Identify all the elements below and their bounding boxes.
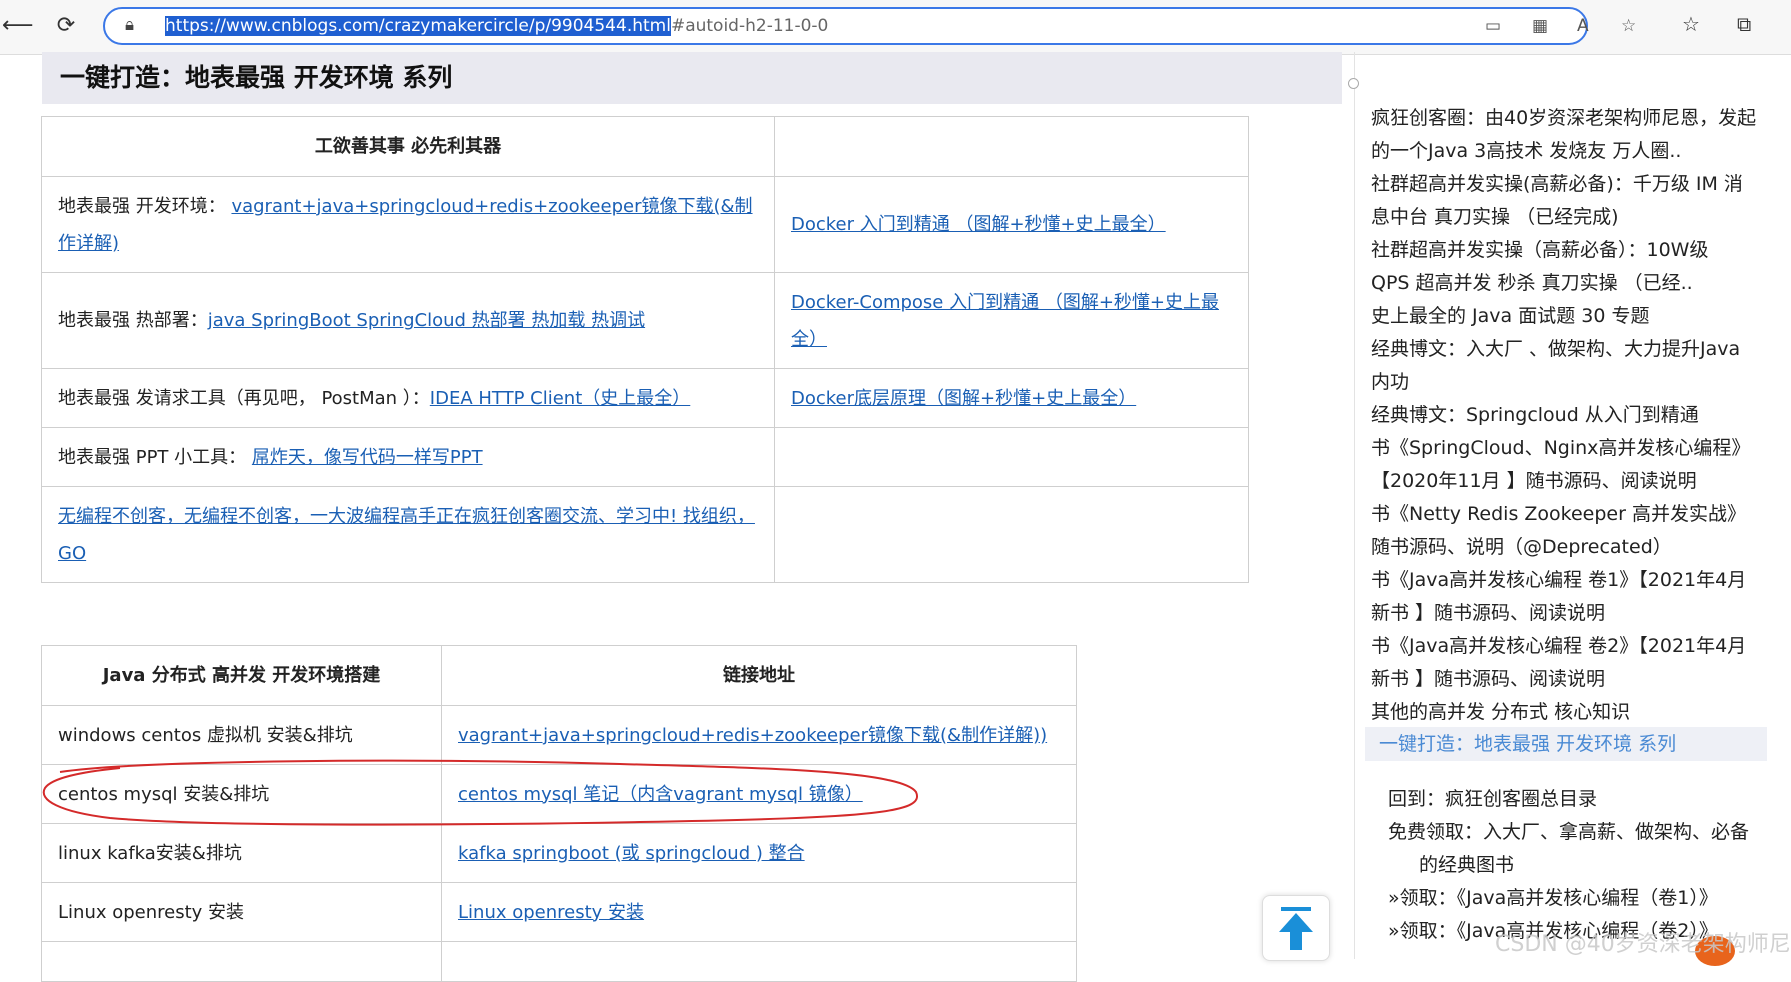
favorites-icon[interactable]: ☆: [1682, 12, 1700, 36]
cell-link[interactable]: kafka springboot (或 springcloud ) 整合: [458, 843, 805, 864]
toc-item[interactable]: 【2020年11月 】随书源码、阅读说明: [1371, 465, 1697, 498]
toc-item[interactable]: 经典博文：Springcloud 从入门到精通: [1371, 399, 1699, 432]
env-setup-table: Java 分布式 高并发 开发环境搭建 链接地址 windows centos …: [41, 645, 1077, 982]
table-header: Java 分布式 高并发 开发环境搭建: [41, 645, 442, 706]
lock-icon[interactable]: 🔒︎: [125, 15, 134, 35]
refresh-icon[interactable]: ⟳: [52, 12, 80, 40]
table-cell: Linux openresty 安装: [41, 882, 442, 942]
read-aloud-icon[interactable]: A: [1577, 16, 1589, 36]
toc-item[interactable]: 内功: [1371, 366, 1409, 399]
table-row: centos mysql 安装&排坑 centos mysql 笔记（内含vag…: [41, 764, 1077, 824]
sidebar-handle-icon[interactable]: [1348, 78, 1359, 89]
toc-item[interactable]: 经典博文：入大厂 、做架构、大力提升Java: [1371, 333, 1740, 366]
table-cell: 地表最强 热部署：java SpringBoot SpringCloud 热部署…: [41, 272, 775, 369]
toc-item[interactable]: 史上最全的 Java 面试题 30 专题: [1371, 300, 1649, 333]
table-cell-empty: [774, 486, 1249, 583]
table-row: [41, 941, 1077, 982]
table-cell-empty: [774, 427, 1249, 487]
section-heading-bar: 一键打造：地表最强 开发环境 系列: [42, 52, 1342, 104]
url-selected: https://www.cnblogs.com/crazymakercircle…: [165, 16, 671, 36]
toc-link[interactable]: »领取：《Java高并发核心编程（卷1）》: [1388, 882, 1718, 915]
table-row: 地表最强 开发环境： vagrant+java+springcloud+redi…: [41, 176, 1249, 273]
cell-link[interactable]: Docker 入门到精通 （图解+秒懂+史上最全）: [791, 214, 1166, 235]
toc-item[interactable]: 随书源码、说明（@Deprecated）: [1371, 531, 1672, 564]
table-cell: kafka springboot (或 springcloud ) 整合: [441, 823, 1077, 883]
sidebar-toc: 疯狂创客圈：由40岁资深老架构师尼恩，发起 的一个Java 3高技术 发烧友 万…: [1343, 52, 1791, 959]
table-cell: Docker-Compose 入门到精通 （图解+秒懂+史上最全）: [774, 272, 1249, 369]
table-cell: vagrant+java+springcloud+redis+zookeeper…: [441, 705, 1077, 765]
toc-item[interactable]: 其他的高并发 分布式 核心知识: [1371, 696, 1630, 729]
cell-text: 地表最强 发请求工具（再见吧， PostMan ）：: [58, 387, 430, 409]
table-header: 工欲善其事 必先利其器: [41, 116, 775, 177]
toc-item[interactable]: QPS 超高并发 秒杀 真刀实操 （已经..: [1371, 267, 1693, 300]
table-row: linux kafka安装&排坑 kafka springboot (或 spr…: [41, 823, 1077, 883]
table-row: 无编程不创客，无编程不创客，一大波编程高手正在疯狂创客圈交流、学习中! 找组织，…: [41, 486, 1249, 583]
add-favorite-icon[interactable]: ☆: [1621, 16, 1636, 36]
table-cell: centos mysql 安装&排坑: [41, 764, 442, 824]
address-bar[interactable]: 🔒︎ https://www.cnblogs.com/crazymakercir…: [103, 7, 1636, 45]
sidebar-divider: [1354, 52, 1355, 959]
toc-item[interactable]: 社群超高并发实操(高薪必备)：千万级 IM 消: [1371, 168, 1743, 201]
toc-link[interactable]: 回到：疯狂创客圈总目录: [1388, 783, 1597, 816]
cell-link[interactable]: Linux openresty 安装: [458, 902, 644, 923]
table-row: 地表最强 热部署：java SpringBoot SpringCloud 热部署…: [41, 272, 1249, 369]
toc-item[interactable]: 书《Java高并发核心编程 卷2》【2021年4月: [1371, 630, 1746, 663]
toc-item[interactable]: 社群超高并发实操（高薪必备）：10W级: [1371, 234, 1708, 267]
table-header: 链接地址: [441, 645, 1077, 706]
url-fragment: #autoid-h2-11-0-0: [670, 16, 829, 36]
table-row: 地表最强 PPT 小工具： 屌炸天，像写代码一样写PPT: [41, 427, 1249, 487]
cell-text: 地表最强 PPT 小工具：: [58, 446, 252, 468]
arrow-up-icon: [1279, 907, 1313, 950]
cell-link[interactable]: java SpringBoot SpringCloud 热部署 热加载 热调试: [208, 310, 645, 331]
toc-item[interactable]: 书《Java高并发核心编程 卷1》【2021年4月: [1371, 564, 1746, 597]
toc-item[interactable]: 新书 】随书源码、阅读说明: [1371, 663, 1605, 696]
toc-item[interactable]: 书《SpringCloud、Nginx高并发核心编程》: [1371, 432, 1750, 465]
table-cell: Linux openresty 安装: [441, 882, 1077, 942]
device-icon[interactable]: ▭: [1485, 16, 1501, 36]
cell-link[interactable]: Docker底层原理（图解+秒懂+史上最全）: [791, 388, 1136, 409]
cell-link[interactable]: IDEA HTTP Client（史上最全）: [430, 388, 690, 409]
app-grid-icon[interactable]: ▦: [1532, 16, 1548, 36]
table-cell: linux kafka安装&排坑: [41, 823, 442, 883]
cell-text: 地表最强 开发环境：: [58, 195, 232, 217]
table-cell: 地表最强 开发环境： vagrant+java+springcloud+redi…: [41, 176, 775, 273]
table-row: windows centos 虚拟机 安装&排坑 vagrant+java+sp…: [41, 705, 1077, 765]
url-text[interactable]: https://www.cnblogs.com/crazymakercircle…: [165, 16, 828, 36]
watermark: CSDN @40岁资深老架构师尼恩: [1495, 932, 1791, 957]
toc-item[interactable]: 息中台 真刀实操 （已经完成): [1371, 201, 1619, 234]
back-arrow-icon[interactable]: ⟵: [2, 12, 34, 40]
table-cell: [441, 941, 1077, 982]
toc-item[interactable]: 的一个Java 3高技术 发烧友 万人圈..: [1371, 135, 1681, 168]
toc-link[interactable]: 的经典图书: [1419, 849, 1514, 882]
table-cell: Docker底层原理（图解+秒懂+史上最全）: [774, 368, 1249, 428]
cell-link[interactable]: 屌炸天，像写代码一样写PPT: [252, 447, 483, 468]
cell-link[interactable]: centos mysql 笔记（内含vagrant mysql 镜像）: [458, 784, 863, 805]
tools-table: 工欲善其事 必先利其器 地表最强 开发环境： vagrant+java+spri…: [41, 116, 1249, 583]
toc-active-label: 一键打造：地表最强 开发环境 系列: [1379, 733, 1677, 755]
browser-toolbar: ⟵ ⟳ 🔒︎ https://www.cnblogs.com/crazymake…: [0, 0, 1791, 55]
table-cell: Docker 入门到精通 （图解+秒懂+史上最全）: [774, 176, 1249, 273]
toc-link[interactable]: 免费领取：入大厂、拿高薪、做架构、必备: [1388, 816, 1749, 849]
table-cell: centos mysql 笔记（内含vagrant mysql 镜像）: [441, 764, 1077, 824]
cell-link[interactable]: vagrant+java+springcloud+redis+zookeeper…: [458, 725, 1047, 746]
cell-link[interactable]: 无编程不创客，无编程不创客，一大波编程高手正在疯狂创客圈交流、学习中! 找组织，…: [58, 506, 755, 564]
back-to-top-button[interactable]: [1262, 895, 1330, 961]
table-header-empty: [774, 116, 1249, 177]
cell-text: 地表最强 热部署：: [58, 310, 208, 331]
table-cell: windows centos 虚拟机 安装&排坑: [41, 705, 442, 765]
table-row: 地表最强 发请求工具（再见吧， PostMan ）：IDEA HTTP Clie…: [41, 368, 1249, 428]
table-cell: 地表最强 PPT 小工具： 屌炸天，像写代码一样写PPT: [41, 427, 775, 487]
toc-item[interactable]: 疯狂创客圈：由40岁资深老架构师尼恩，发起: [1371, 102, 1756, 135]
section-heading: 一键打造：地表最强 开发环境 系列: [60, 63, 453, 92]
toc-item[interactable]: 书《Netty Redis Zookeeper 高并发实战》: [1371, 498, 1746, 531]
table-cell: 地表最强 发请求工具（再见吧， PostMan ）：IDEA HTTP Clie…: [41, 368, 775, 428]
table-cell: [41, 941, 442, 982]
toc-item[interactable]: 新书 】随书源码、阅读说明: [1371, 597, 1605, 630]
toc-item-active[interactable]: 一键打造：地表最强 开发环境 系列: [1365, 727, 1767, 761]
table-cell: 无编程不创客，无编程不创客，一大波编程高手正在疯狂创客圈交流、学习中! 找组织，…: [41, 486, 775, 583]
cell-link[interactable]: Docker-Compose 入门到精通 （图解+秒懂+史上最全）: [791, 292, 1219, 350]
collections-icon[interactable]: ⧉: [1737, 12, 1751, 36]
table-row: Linux openresty 安装 Linux openresty 安装: [41, 882, 1077, 942]
